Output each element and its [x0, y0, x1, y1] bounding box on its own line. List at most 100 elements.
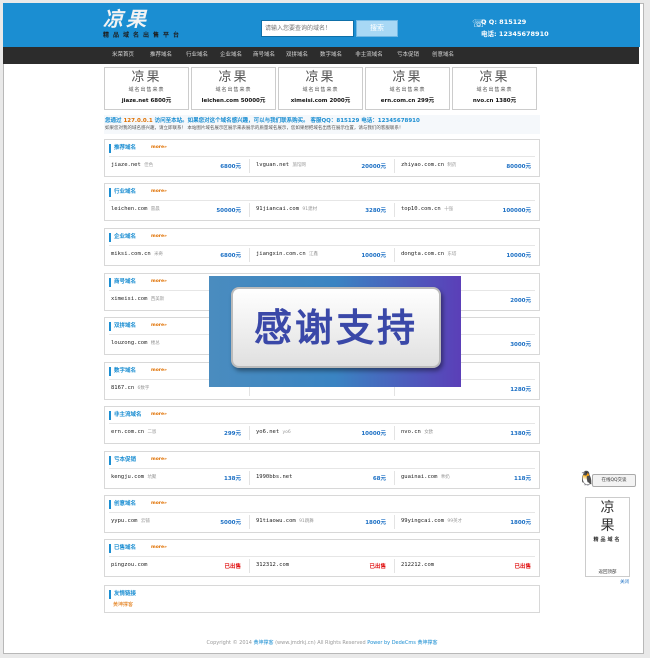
side-ad-close[interactable]: 关闭 — [620, 579, 629, 585]
more-link[interactable]: more» — [151, 368, 167, 373]
nav-item-brand[interactable]: 商号域名 — [248, 47, 280, 64]
domain-listing[interactable]: guainai.com 乖奶 118元 — [399, 473, 533, 485]
cell-divider — [249, 471, 250, 485]
nav-item-unconventional[interactable]: 非主流域名 — [348, 47, 390, 64]
domain-text: jiangxin.com.cn — [256, 251, 306, 257]
thanks-popup-text: 感谢支持 — [253, 306, 418, 350]
domain-name[interactable]: 91tiaowu.com 91跳舞 — [256, 518, 314, 524]
site-logo[interactable]: 凉果 精品域名出售平台 — [103, 8, 223, 42]
nav-item-recommended[interactable]: 推荐域名 — [142, 47, 180, 64]
domain-listing[interactable]: 1990bbs.net 68元 — [254, 473, 388, 485]
domain-name[interactable]: ern.com.cn 二恩 — [111, 429, 156, 435]
domain-name[interactable]: pingzou.com — [111, 562, 147, 568]
domain-name[interactable]: lvguan.net 旅馆网 — [256, 162, 306, 168]
domain-name[interactable]: leichen.com 雷晨 — [111, 206, 160, 212]
domain-listing[interactable]: 91tiaowu.com 91跳舞 1800元 — [254, 517, 388, 529]
domain-name[interactable]: 99yingcai.com 99英才 — [401, 518, 462, 524]
footer-site-link[interactable]: 黄坤撑客 — [253, 640, 273, 646]
banner-ad[interactable]: 凉果 域名出售来表 ximeisi.com 2000元 — [278, 67, 363, 110]
section-title[interactable]: 行业域名 — [109, 188, 136, 197]
domain-listing[interactable]: 312312.com 已出售 — [254, 561, 388, 573]
banner-ad[interactable]: 凉果 域名出售来表 ern.com.cn 299元 — [365, 67, 450, 110]
domain-name[interactable]: yypu.com 云铺 — [111, 518, 150, 524]
domain-listing[interactable]: jiaze.net 佳色 6800元 — [109, 161, 243, 173]
domain-listing[interactable]: top10.com.cn 十强 100000元 — [399, 205, 533, 217]
back-to-top-link[interactable]: 返回顶部 — [586, 569, 629, 575]
qq-chat-button[interactable]: 在线QQ交谈 — [592, 474, 636, 487]
nav-item-clearance[interactable]: 亏本促销 — [390, 47, 426, 64]
domain-listing[interactable]: 212212.com 已出售 — [399, 561, 533, 573]
domain-name[interactable]: 8167.cn 6数字 — [111, 385, 149, 391]
banner-ad[interactable]: 凉果 域名出售来表 leichen.com 50000元 — [191, 67, 276, 110]
domain-listing[interactable]: dongta.com.cn 东塔 10000元 — [399, 250, 533, 262]
domain-name[interactable]: guainai.com 乖奶 — [401, 474, 450, 480]
section-title[interactable]: 企业域名 — [109, 233, 136, 242]
domain-name[interactable]: zhiyao.com.cn 制药 — [401, 162, 456, 168]
friend-link[interactable]: 黄坤撑客 — [113, 601, 133, 608]
more-link[interactable]: more» — [151, 234, 167, 239]
domain-name[interactable]: jiangxin.com.cn 江鑫 — [256, 251, 318, 257]
thanks-popup[interactable]: 感谢支持 — [209, 276, 461, 387]
domain-name[interactable]: 91jiancai.com 91建材 — [256, 206, 317, 212]
section-title[interactable]: 亏本促销 — [109, 456, 136, 465]
domain-name[interactable]: dongta.com.cn 东塔 — [401, 251, 456, 257]
more-link[interactable]: more» — [151, 145, 167, 150]
nav-item-industry[interactable]: 行业域名 — [180, 47, 214, 64]
section-title[interactable]: 商号域名 — [109, 278, 136, 287]
nav-item-home[interactable]: 米荣首页 — [104, 47, 142, 64]
domain-name[interactable]: 1990bbs.net — [256, 474, 292, 480]
domain-name[interactable]: jiaze.net 佳色 — [111, 162, 153, 168]
domain-listing[interactable]: nvo.cn 女欧 1380元 — [399, 428, 533, 440]
more-link[interactable]: more» — [151, 279, 167, 284]
more-link[interactable]: more» — [151, 501, 167, 506]
domain-name[interactable]: top10.com.cn 十强 — [401, 206, 453, 212]
section-title[interactable]: 推荐域名 — [109, 144, 136, 153]
search-button[interactable]: 搜索 — [356, 20, 398, 37]
domain-name[interactable]: nvo.cn 女欧 — [401, 429, 433, 435]
domain-listing[interactable]: yo6.net yo6 10000元 — [254, 428, 388, 440]
cell-divider — [394, 203, 395, 217]
domain-name[interactable]: 312312.com — [256, 562, 289, 568]
domain-name[interactable]: miksi.com.cn 米奇 — [111, 251, 163, 257]
logo-sub: 精品域名出售平台 — [103, 32, 184, 39]
nav-item-enterprise[interactable]: 企业域名 — [214, 47, 248, 64]
more-link[interactable]: more» — [151, 457, 167, 462]
domain-tag: 佳色 — [144, 163, 154, 168]
domain-name[interactable]: louzong.com 楼总 — [111, 340, 160, 346]
domain-text: lvguan.net — [256, 162, 290, 168]
domain-listing[interactable]: yypu.com 云铺 5000元 — [109, 517, 243, 529]
section-title[interactable]: 数字域名 — [109, 367, 136, 376]
domain-listing[interactable]: ern.com.cn 二恩 299元 — [109, 428, 243, 440]
footer-powered-link[interactable]: Power by DedeCms 黄坤撑客 — [367, 640, 437, 646]
more-link[interactable]: more» — [151, 323, 167, 328]
domain-name[interactable]: yo6.net yo6 — [256, 429, 291, 435]
more-link[interactable]: more» — [151, 412, 167, 417]
domain-listing[interactable]: 91jiancai.com 91建材 3280元 — [254, 205, 388, 217]
nav-item-pinyin[interactable]: 双拼域名 — [280, 47, 314, 64]
section-title[interactable]: 创意域名 — [109, 500, 136, 509]
more-link[interactable]: more» — [151, 189, 167, 194]
more-link[interactable]: more» — [151, 545, 167, 550]
domain-listing[interactable]: lvguan.net 旅馆网 20000元 — [254, 161, 388, 173]
domain-name[interactable]: ximeisi.com 西美斯 — [111, 296, 164, 302]
search-input[interactable] — [261, 20, 354, 37]
domain-listing[interactable]: 99yingcai.com 99英才 1800元 — [399, 517, 533, 529]
domain-listing[interactable]: zhiyao.com.cn 制药 80000元 — [399, 161, 533, 173]
nav-item-numeric[interactable]: 数字域名 — [314, 47, 348, 64]
domain-listing[interactable]: miksi.com.cn 米奇 6800元 — [109, 250, 243, 262]
section-title[interactable]: 双拼域名 — [109, 322, 136, 331]
qq-chat-float[interactable]: 🐧 在线QQ交谈 — [578, 471, 636, 489]
domain-text: leichen.com — [111, 206, 148, 212]
domain-listing[interactable]: pingzou.com 已出售 — [109, 561, 243, 573]
domain-name[interactable]: 212212.com — [401, 562, 434, 568]
domain-name[interactable]: kengju.com 坑聚 — [111, 474, 156, 480]
domain-listing[interactable]: leichen.com 雷晨 50000元 — [109, 205, 243, 217]
banner-ad[interactable]: 凉果 域名出售来表 nvo.cn 1380元 — [452, 67, 537, 110]
nav-item-creative[interactable]: 创意域名 — [426, 47, 460, 64]
section-title[interactable]: 非主流域名 — [109, 411, 142, 420]
section-title[interactable]: 已售域名 — [109, 544, 136, 553]
domain-listing[interactable]: kengju.com 坑聚 138元 — [109, 473, 243, 485]
banner-ad[interactable]: 凉果 域名出售来表 jiaze.net 6800元 — [104, 67, 189, 110]
side-ad[interactable]: 凉 果 精品域名 返回顶部 — [585, 497, 630, 577]
domain-listing[interactable]: jiangxin.com.cn 江鑫 10000元 — [254, 250, 388, 262]
